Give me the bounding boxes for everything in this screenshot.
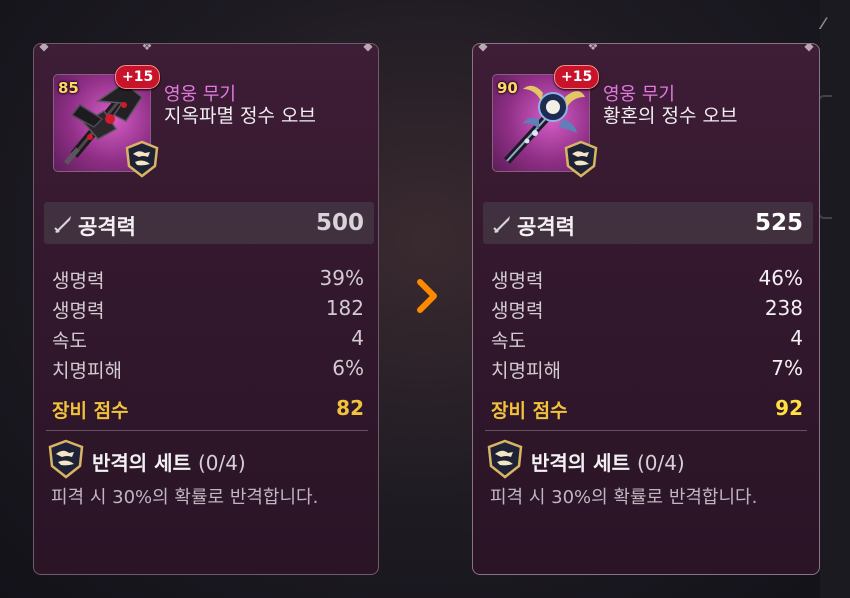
top-ornament-icon: ❖: [587, 43, 599, 53]
stat-row: 생명력 46%: [491, 266, 803, 296]
stat-label: 치명피해: [52, 360, 122, 382]
gear-score-value: 92: [775, 396, 803, 420]
stat-row: 생명력 182: [52, 296, 364, 326]
item-name: 황혼의 정수 오브: [603, 105, 738, 127]
counter-set-icon: [125, 140, 159, 178]
chevron-right-icon: [417, 279, 437, 313]
set-description: 피격 시 30%의 확률로 반격합니다.: [51, 487, 319, 508]
background-tab-icon: ⁄: [822, 14, 825, 33]
sub-stat-list: 생명력 39% 생명력 182 속도 4 치명피해 6%: [52, 266, 364, 386]
current-item-card: ◆ ❖ ◆ 85 +15 영웅 무기 지옥파멸 정수 오브 공격력 500 생명…: [33, 43, 379, 575]
background-frame: [818, 95, 832, 219]
set-description: 피격 시 30%의 확률로 반격합니다.: [490, 487, 758, 508]
gear-score-label: 장비 점수: [52, 400, 129, 422]
corner-ornament-icon: ◆: [804, 43, 814, 53]
set-name-text: 반격의 세트: [531, 451, 630, 475]
stat-row: 생명력 39%: [52, 266, 364, 296]
stat-value: 182: [325, 296, 364, 320]
enhance-badge: +15: [115, 65, 161, 89]
top-ornament-icon: ❖: [141, 43, 153, 53]
set-name: 반격의 세트 (0/4): [92, 447, 246, 476]
divider: [485, 430, 807, 431]
attack-label: 공격력: [517, 215, 575, 239]
stat-row: 치명피해 6%: [52, 356, 364, 386]
counter-set-icon: [564, 140, 598, 178]
stat-row: 치명피해 7%: [491, 356, 803, 386]
sword-icon: [54, 216, 71, 233]
stat-row: 속도 4: [491, 326, 803, 356]
gear-score-row: 장비 점수 82: [52, 396, 364, 426]
set-name-text: 반격의 세트: [92, 451, 191, 475]
set-count: (0/4): [636, 451, 685, 475]
enhance-badge: +15: [554, 65, 600, 89]
attack-label: 공격력: [78, 215, 136, 239]
stat-label: 치명피해: [491, 360, 561, 382]
stat-value: 238: [764, 296, 803, 320]
attack-stat-row: 공격력 500: [44, 202, 374, 244]
gear-score-value: 82: [336, 396, 364, 420]
stat-label: 생명력: [491, 300, 544, 322]
stat-value: 46%: [758, 266, 803, 290]
stat-value: 4: [351, 326, 364, 350]
attack-stat-row: 공격력 525: [483, 202, 813, 244]
corner-ornament-icon: ◆: [363, 43, 373, 53]
stat-label: 생명력: [52, 300, 105, 322]
stat-value: 6%: [332, 356, 364, 380]
attack-value: 500: [315, 210, 364, 236]
sword-icon: [493, 216, 510, 233]
attack-value: 525: [754, 210, 803, 236]
stat-label: 생명력: [52, 270, 105, 292]
divider: [46, 430, 368, 431]
stat-row: 속도 4: [52, 326, 364, 356]
corner-ornament-icon: ◆: [39, 43, 49, 53]
stat-value: 7%: [771, 356, 803, 380]
set-name: 반격의 세트 (0/4): [531, 447, 685, 476]
counter-set-icon: [487, 439, 523, 479]
stat-label: 속도: [52, 330, 87, 352]
background-side-panel: [820, 0, 850, 598]
candidate-item-card: ◆ ❖ ◆ 90 +15 영웅 무기 황혼의 정수 오브 공격력 525 생명력…: [472, 43, 820, 575]
stat-label: 생명력: [491, 270, 544, 292]
gear-score-label: 장비 점수: [491, 400, 568, 422]
corner-ornament-icon: ◆: [478, 43, 488, 53]
counter-set-icon: [48, 439, 84, 479]
item-level: 90: [497, 79, 518, 97]
set-count: (0/4): [197, 451, 246, 475]
stat-row: 생명력 238: [491, 296, 803, 326]
item-rarity: 영웅 무기: [603, 84, 675, 105]
stat-label: 속도: [491, 330, 526, 352]
stat-value: 4: [790, 326, 803, 350]
item-rarity: 영웅 무기: [164, 84, 236, 105]
item-name: 지옥파멸 정수 오브: [164, 105, 316, 127]
sub-stat-list: 생명력 46% 생명력 238 속도 4 치명피해 7%: [491, 266, 803, 386]
gear-score-row: 장비 점수 92: [491, 396, 803, 426]
item-level: 85: [58, 79, 79, 97]
stat-value: 39%: [319, 266, 364, 290]
